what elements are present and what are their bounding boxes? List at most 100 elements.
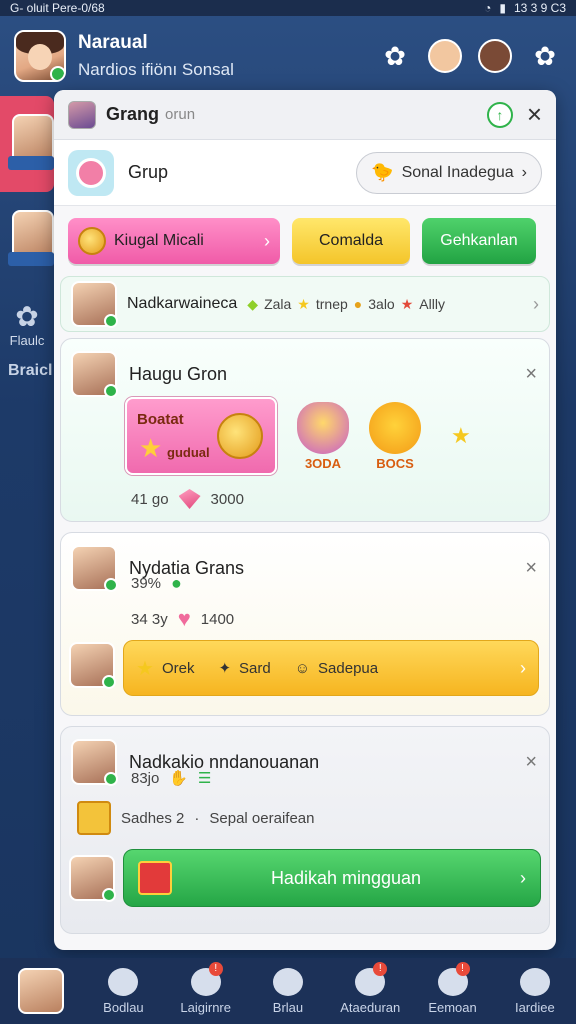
chevron-right-icon: › xyxy=(521,163,527,181)
side-tag-1 xyxy=(8,156,54,170)
nav-item-3[interactable]: Brlau xyxy=(247,967,329,1015)
dot-separator: · xyxy=(194,809,200,827)
heart-icon: ♥ xyxy=(177,606,191,631)
close-icon[interactable]: × xyxy=(527,99,542,130)
green-button-label: Gehkanlan xyxy=(440,232,518,249)
nav-avatar-icon xyxy=(18,968,65,1014)
panel-title: Grang xyxy=(106,104,160,124)
chat-bubble-icon xyxy=(108,967,139,996)
yellow-bar-c: Sadepua xyxy=(318,659,379,677)
strip-stat-b: trnep xyxy=(315,296,348,312)
nav-item-6[interactable]: Iardiee xyxy=(494,967,576,1015)
gift-icon xyxy=(77,801,111,835)
side-gear-icon[interactable]: ✿ xyxy=(0,300,54,333)
card-1-avatar xyxy=(71,351,118,398)
sun-badge-icon xyxy=(369,401,421,454)
star-icon: ★ xyxy=(139,433,163,463)
pink-action-button[interactable]: Kiugal Micali › xyxy=(68,218,280,264)
badge-1-label: 3ODA xyxy=(304,455,342,471)
badge-sun[interactable]: BOCS xyxy=(369,401,421,471)
nav-home[interactable] xyxy=(0,968,82,1014)
strip-stats: ◆ Zala ★ trnep ● 3alo ★ Allly xyxy=(247,296,445,313)
side-item-2[interactable] xyxy=(0,192,54,288)
close-icon[interactable]: × xyxy=(525,751,537,774)
status-left: G- oluit Pere-0/68 xyxy=(10,1,105,15)
red-star-icon: ★ xyxy=(400,295,414,312)
card-2-line-1: 39% ● xyxy=(61,573,549,594)
grup-select-label: Sonal Inadegua xyxy=(401,163,514,181)
strip-name: Nadkarwaineca xyxy=(127,295,238,312)
card-1-meta: 41 go 3000 xyxy=(61,489,549,509)
coin-icon xyxy=(78,227,106,255)
strip-avatar xyxy=(71,281,118,328)
close-icon[interactable]: × xyxy=(525,557,537,580)
medal-icon xyxy=(217,413,263,459)
gem-icon xyxy=(178,489,201,509)
group-icon xyxy=(272,967,303,996)
header-icons: ✿ ✿ xyxy=(378,39,562,73)
grup-icon xyxy=(68,149,114,196)
card-2-avatar xyxy=(71,545,118,592)
nav-item-4[interactable]: ! Ataeduran xyxy=(329,961,411,1015)
star-icon: ★ xyxy=(297,295,310,312)
side-tag-2 xyxy=(8,252,54,266)
nav-item-5[interactable]: ! Eemoan xyxy=(412,961,494,1015)
yellow-action-button[interactable]: Comalda xyxy=(292,218,410,264)
yellow-bar-b: Sard xyxy=(239,659,271,677)
chevron-right-icon: › xyxy=(533,293,539,314)
friend-avatar-icon[interactable] xyxy=(428,39,462,73)
card-3-bottom: Hadikah mingguan › xyxy=(61,835,549,907)
header-subtitle: Nardios ifiönı Sonsal xyxy=(78,60,234,79)
chevron-right-icon: › xyxy=(264,230,270,251)
badge-flame[interactable]: 3ODA xyxy=(297,401,349,471)
panel-app-icon xyxy=(68,100,96,129)
side-peek: ✿ Flaulc Braicl xyxy=(0,96,56,956)
chevron-right-icon: › xyxy=(520,867,526,888)
close-icon[interactable]: × xyxy=(525,363,537,386)
notification-badge: ! xyxy=(373,961,388,976)
card-1-meta-right: 3000 xyxy=(210,490,244,508)
card-2-line-1-text: 39% xyxy=(131,575,162,592)
upload-icon[interactable]: ↑ xyxy=(486,101,513,128)
card-1-meta-left: 41 go xyxy=(131,490,169,508)
list-icon: ☰ xyxy=(198,770,212,787)
card-3-line-2: Sadhes 2 · Sepal oeraifean xyxy=(61,801,549,835)
gear-icon[interactable]: ✿ xyxy=(378,39,412,73)
nav-item-1[interactable]: Bodlau xyxy=(82,967,164,1015)
reward-box[interactable]: Boatat ★ gudual xyxy=(125,397,277,475)
grup-select-button[interactable]: 🐤 Sonal Inadegua › xyxy=(356,151,542,194)
yellow-button-label: Comalda xyxy=(318,232,384,249)
profile-avatar-icon[interactable] xyxy=(478,39,512,73)
green-coin-icon: ● xyxy=(171,573,182,593)
panel-header-actions: ↑ × xyxy=(486,99,542,130)
green-action-button[interactable]: Gehkanlan xyxy=(422,218,536,264)
card-1-rewards: Boatat ★ gudual 3ODA BOCS ★ xyxy=(61,397,549,475)
nav-label-4: Ataeduran xyxy=(340,999,401,1015)
side-item-1[interactable] xyxy=(0,96,54,192)
yellow-bar-a: Orek xyxy=(161,659,195,677)
nav-item-2[interactable]: ! Laigirnre xyxy=(165,961,247,1015)
thumb-icon: ✋ xyxy=(169,770,189,787)
card-2-yellow-bar[interactable]: ★ Orek ✦ Sard ☺ Sadepua › xyxy=(123,640,539,696)
pink-button-label: Kiugal Micali xyxy=(114,232,204,249)
header-name: Naraual xyxy=(78,32,148,53)
group-card-3[interactable]: Nadkakio nndanouanan × 83jo ✋ ☰ Sadhes 2… xyxy=(60,726,550,934)
group-card-2[interactable]: Nydatia Grans × 39% ● 34 3y ♥ 1400 ★ Ore… xyxy=(60,532,550,716)
settings-icon[interactable]: ✿ xyxy=(528,39,562,73)
strip-stat-d: Allly xyxy=(419,296,445,312)
card-2-line-2-left: 34 3y xyxy=(131,610,168,628)
gift-box-icon xyxy=(138,861,172,895)
status-right-text: 13 3 9 C3 xyxy=(513,1,566,15)
card-3-line-1-text: 83jo xyxy=(131,769,160,787)
panel-title-sub: orun xyxy=(165,106,196,123)
group-card-1[interactable]: Haugu Gron × Boatat ★ gudual 3ODA BOCS ★… xyxy=(60,338,550,522)
card-3-line-2-a: Sadhes 2 xyxy=(121,809,185,827)
chick-icon: 🐤 xyxy=(371,162,394,182)
user-avatar[interactable] xyxy=(14,30,66,82)
weekly-gift-button[interactable]: Hadikah mingguan › xyxy=(123,849,541,907)
grup-row: Grup 🐤 Sonal Inadegua › xyxy=(54,140,556,206)
action-button-row: Kiugal Micali › Comalda Gehkanlan xyxy=(54,206,556,276)
card-1-title: Haugu Gron xyxy=(129,363,228,384)
nav-label-5: Eemoan xyxy=(428,999,477,1015)
member-strip[interactable]: Nadkarwaineca ◆ Zala ★ trnep ● 3alo ★ Al… xyxy=(60,276,550,332)
